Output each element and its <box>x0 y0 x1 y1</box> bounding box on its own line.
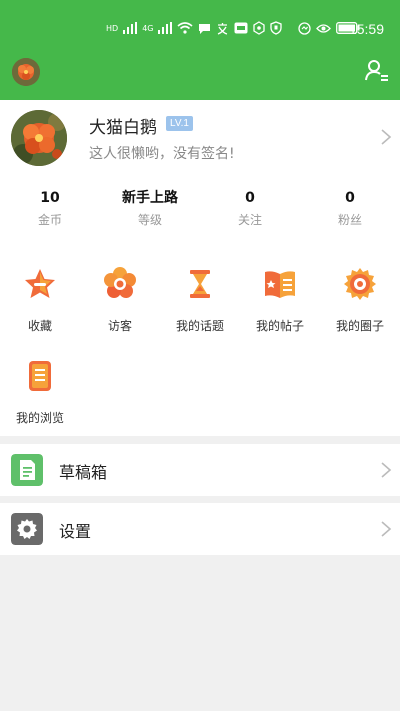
topbar-avatar[interactable] <box>12 58 40 86</box>
flower-icon <box>104 267 136 298</box>
app-header: HD 4G 15:59 <box>0 0 400 100</box>
translate-icon <box>218 22 228 35</box>
signature: 这人很懒哟，没有签名! <box>89 146 235 162</box>
stat-value: 0 <box>345 190 355 206</box>
data-saver-icon <box>298 21 312 35</box>
draft-icon <box>11 454 43 486</box>
star-icon <box>25 269 55 298</box>
shortcut-label: 我的帖子 <box>255 319 304 333</box>
status-icons: HD 4G <box>106 16 360 40</box>
stat-label: 等级 <box>137 213 162 227</box>
shortcut-favorites[interactable]: 收藏 <box>0 266 80 334</box>
chevron-right-icon <box>381 462 392 478</box>
message-icon <box>199 23 211 34</box>
app-notification-icon <box>234 22 248 34</box>
4g-badge: 4G <box>142 23 154 33</box>
eye-icon <box>316 23 332 33</box>
notification-icon <box>253 21 266 35</box>
menu-settings[interactable]: 设置 <box>0 503 400 555</box>
shortcut-my-history[interactable]: 我的浏览 <box>0 358 80 426</box>
stat-value: 新手上路 <box>122 190 178 206</box>
chevron-right-icon <box>381 521 392 537</box>
username: 大猫白鹅 <box>89 118 157 138</box>
clock: 15:59 <box>348 21 384 37</box>
menu-label: 设置 <box>59 522 92 541</box>
stats-row: 10 金币 新手上路 等级 0 关注 0 粉丝 <box>0 188 400 234</box>
stat-value: 10 <box>40 190 60 206</box>
user-list-icon[interactable] <box>364 58 390 84</box>
shortcut-label: 收藏 <box>27 319 52 333</box>
shortcut-my-posts[interactable]: 我的帖子 <box>240 266 320 334</box>
shortcut-label: 我的话题 <box>175 319 224 333</box>
stat-coins[interactable]: 10 金币 <box>0 188 100 228</box>
stat-label: 关注 <box>237 213 262 227</box>
book-icon <box>265 271 295 298</box>
avatar-image <box>11 110 67 166</box>
level-badge: LV.1 <box>166 116 193 131</box>
stat-value: 0 <box>245 190 255 206</box>
wifi-icon <box>177 22 194 34</box>
shield-icon <box>270 21 283 35</box>
stat-level[interactable]: 新手上路 等级 <box>100 188 200 228</box>
shortcut-visitors[interactable]: 访客 <box>80 266 160 334</box>
settings-icon <box>11 513 43 545</box>
document-icon <box>29 361 51 391</box>
signal-icon <box>123 22 138 34</box>
hd-badge: HD <box>106 23 119 33</box>
shortcut-my-topics[interactable]: 我的话题 <box>160 266 240 334</box>
profile-card: 大猫白鹅 LV.1 这人很懒哟，没有签名! 10 金币 新手上路 等级 0 关注… <box>0 100 400 436</box>
chevron-right-icon[interactable] <box>380 128 392 146</box>
stat-followers[interactable]: 0 粉丝 <box>300 188 400 228</box>
shortcut-label: 访客 <box>107 319 132 333</box>
gear-circle-icon <box>344 268 376 300</box>
shortcut-label: 我的浏览 <box>15 411 64 425</box>
shortcut-label: 我的圈子 <box>335 319 384 333</box>
stat-following[interactable]: 0 关注 <box>200 188 300 228</box>
stat-label: 金币 <box>37 213 62 227</box>
shortcut-my-circles[interactable]: 我的圈子 <box>320 266 400 334</box>
avatar-image <box>12 58 40 86</box>
status-bar: HD 4G 15:59 <box>0 0 400 50</box>
profile-avatar[interactable] <box>11 110 67 166</box>
hourglass-icon <box>190 270 210 298</box>
menu-label: 草稿箱 <box>59 463 108 482</box>
menu-drafts[interactable]: 草稿箱 <box>0 444 400 496</box>
signal-icon <box>158 22 173 34</box>
stat-label: 粉丝 <box>337 213 362 227</box>
